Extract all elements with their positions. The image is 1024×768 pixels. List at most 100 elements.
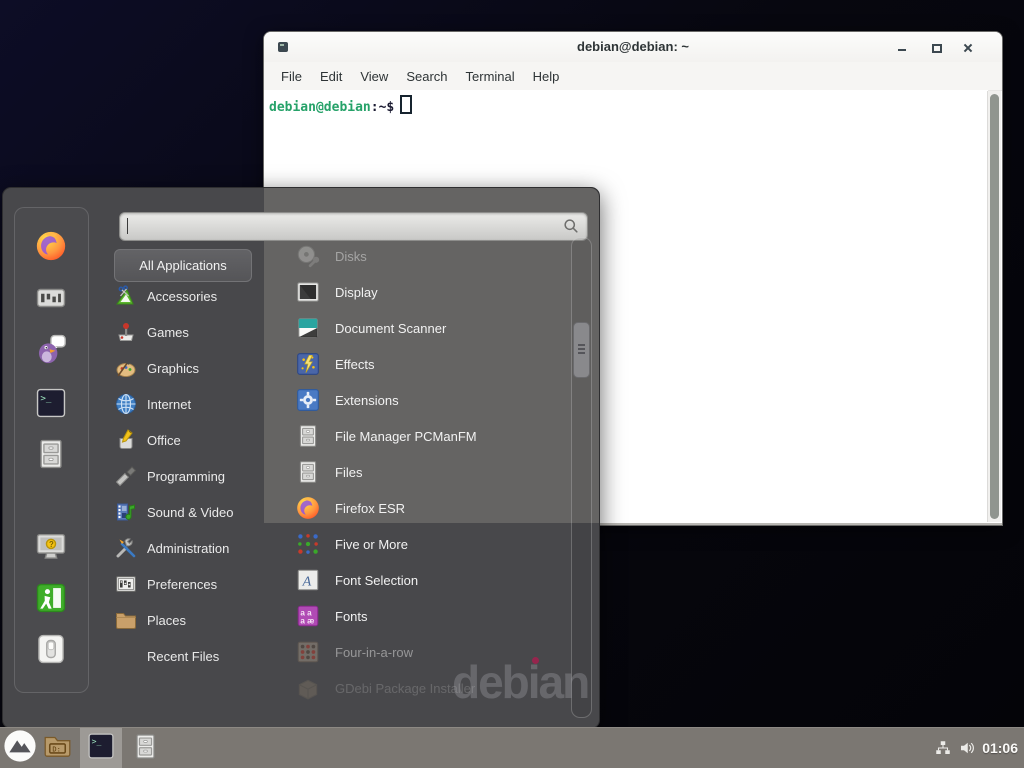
app-label: Display bbox=[335, 285, 378, 300]
games-icon bbox=[114, 320, 138, 344]
category-label: Administration bbox=[147, 541, 229, 556]
minimize-button[interactable] bbox=[894, 40, 910, 56]
terminal-window-title: debian@debian: ~ bbox=[264, 39, 1002, 54]
volume-icon[interactable] bbox=[958, 739, 976, 757]
taskbar-clock[interactable]: 01:06 bbox=[982, 740, 1018, 756]
menu-item-terminal[interactable]: Terminal bbox=[457, 65, 524, 88]
app-label: GDebi Package Installer bbox=[335, 681, 475, 696]
svg-text:A: A bbox=[302, 573, 312, 589]
network-icon[interactable] bbox=[934, 739, 952, 757]
system-tray: 01:06 bbox=[934, 728, 1024, 768]
search-input[interactable] bbox=[128, 215, 557, 238]
menu-item-edit[interactable]: Edit bbox=[311, 65, 351, 88]
category-sound-video[interactable]: Sound & Video bbox=[114, 494, 276, 530]
menu-item-file[interactable]: File bbox=[272, 65, 311, 88]
category-administration[interactable]: Administration bbox=[114, 530, 276, 566]
category-accessories[interactable]: Accessories bbox=[114, 278, 276, 314]
app-five-or-more[interactable]: Five or More bbox=[283, 526, 568, 562]
favorite-shutdown[interactable] bbox=[33, 633, 69, 669]
file-cabinet-icon bbox=[295, 459, 321, 485]
taskbar-launcher-file-manager[interactable]: D: bbox=[42, 733, 73, 764]
shutdown-icon bbox=[34, 632, 68, 671]
favorite-pidgin[interactable] bbox=[33, 333, 69, 369]
extensions-icon bbox=[295, 387, 321, 413]
internet-icon bbox=[114, 392, 138, 416]
menu-item-help[interactable]: Help bbox=[524, 65, 569, 88]
menu-item-search[interactable]: Search bbox=[397, 65, 456, 88]
taskbar-launcher-files[interactable] bbox=[131, 734, 160, 763]
logout-icon bbox=[34, 581, 68, 620]
category-label: All Applications bbox=[139, 258, 226, 273]
app-label: Fonts bbox=[335, 609, 368, 624]
office-icon bbox=[114, 428, 138, 452]
menu-scrollbar-track[interactable] bbox=[571, 237, 592, 718]
maximize-button[interactable] bbox=[928, 40, 944, 56]
app-label: File Manager PCManFM bbox=[335, 429, 477, 444]
preferences-icon bbox=[114, 572, 138, 596]
menu-item-view[interactable]: View bbox=[351, 65, 397, 88]
svg-text:D:: D: bbox=[52, 744, 61, 753]
category-label: Games bbox=[147, 325, 189, 340]
favorite-lock-screen[interactable]: ? bbox=[33, 530, 69, 566]
category-preferences[interactable]: Preferences bbox=[114, 566, 276, 602]
terminal-scrollbar-thumb[interactable] bbox=[990, 94, 999, 519]
favorite-logout[interactable] bbox=[33, 582, 69, 618]
graphics-icon bbox=[114, 356, 138, 380]
category-label: Preferences bbox=[147, 577, 217, 592]
favorite-settings[interactable] bbox=[33, 282, 69, 318]
category-graphics[interactable]: Graphics bbox=[114, 350, 276, 386]
category-games[interactable]: Games bbox=[114, 314, 276, 350]
document-scanner-icon bbox=[295, 315, 321, 341]
favorite-firefox[interactable] bbox=[33, 230, 69, 266]
category-internet[interactable]: Internet bbox=[114, 386, 276, 422]
app-fonts[interactable]: a aa æ Fonts bbox=[283, 598, 568, 634]
app-display[interactable]: Display bbox=[283, 274, 568, 310]
fonts-icon: a aa æ bbox=[295, 603, 321, 629]
accessories-icon bbox=[114, 284, 138, 308]
file-cabinet-icon bbox=[131, 732, 160, 766]
app-four-in-a-row[interactable]: Four-in-a-row bbox=[283, 634, 568, 670]
category-label: Recent Files bbox=[147, 649, 219, 664]
search-box[interactable] bbox=[119, 212, 588, 241]
svg-text:?: ? bbox=[49, 539, 54, 548]
category-office[interactable]: Office bbox=[114, 422, 276, 458]
category-programming[interactable]: Programming bbox=[114, 458, 276, 494]
favorite-terminal[interactable]: >_ bbox=[33, 387, 69, 423]
places-icon bbox=[114, 608, 138, 632]
gdebi-icon bbox=[295, 675, 321, 701]
app-effects[interactable]: Effects bbox=[283, 346, 568, 382]
taskbar-launcher-terminal[interactable]: >_ bbox=[80, 728, 122, 768]
terminal-scrollbar[interactable] bbox=[987, 91, 1001, 522]
terminal-dark-icon: >_ bbox=[86, 731, 116, 766]
app-label: Files bbox=[335, 465, 362, 480]
taskbar: D: >_ 01:06 bbox=[0, 727, 1024, 768]
svg-text:>_: >_ bbox=[40, 392, 52, 403]
category-label: Graphics bbox=[147, 361, 199, 376]
lock-screen-icon: ? bbox=[34, 529, 68, 568]
app-gdebi-package-installer[interactable]: GDebi Package Installer bbox=[283, 670, 568, 706]
app-label: Extensions bbox=[335, 393, 399, 408]
category-recent-files[interactable]: Recent Files bbox=[114, 638, 276, 674]
terminal-titlebar[interactable]: debian@debian: ~ bbox=[264, 32, 1002, 62]
five-or-more-icon bbox=[295, 531, 321, 557]
four-in-a-row-icon bbox=[295, 639, 321, 665]
taskbar-launcher-menu[interactable] bbox=[3, 731, 37, 765]
favorite-files[interactable] bbox=[33, 438, 69, 474]
app-firefox-esr[interactable]: Firefox ESR bbox=[283, 490, 568, 526]
close-button[interactable] bbox=[960, 40, 976, 56]
app-file-manager-pcmanfm[interactable]: File Manager PCManFM bbox=[283, 418, 568, 454]
app-label: Five or More bbox=[335, 537, 408, 552]
firefox-icon bbox=[295, 495, 321, 521]
app-label: Disks bbox=[335, 249, 367, 264]
display-icon bbox=[295, 279, 321, 305]
firefox-icon bbox=[34, 229, 68, 268]
category-places[interactable]: Places bbox=[114, 602, 276, 638]
app-font-selection[interactable]: AFont Selection bbox=[283, 562, 568, 598]
app-document-scanner[interactable]: Document Scanner bbox=[283, 310, 568, 346]
menu-scrollbar-thumb[interactable] bbox=[573, 322, 590, 378]
programming-icon bbox=[114, 464, 138, 488]
app-disks[interactable]: Disks bbox=[283, 238, 568, 274]
app-extensions[interactable]: Extensions bbox=[283, 382, 568, 418]
app-files[interactable]: Files bbox=[283, 454, 568, 490]
app-label: Document Scanner bbox=[335, 321, 446, 336]
